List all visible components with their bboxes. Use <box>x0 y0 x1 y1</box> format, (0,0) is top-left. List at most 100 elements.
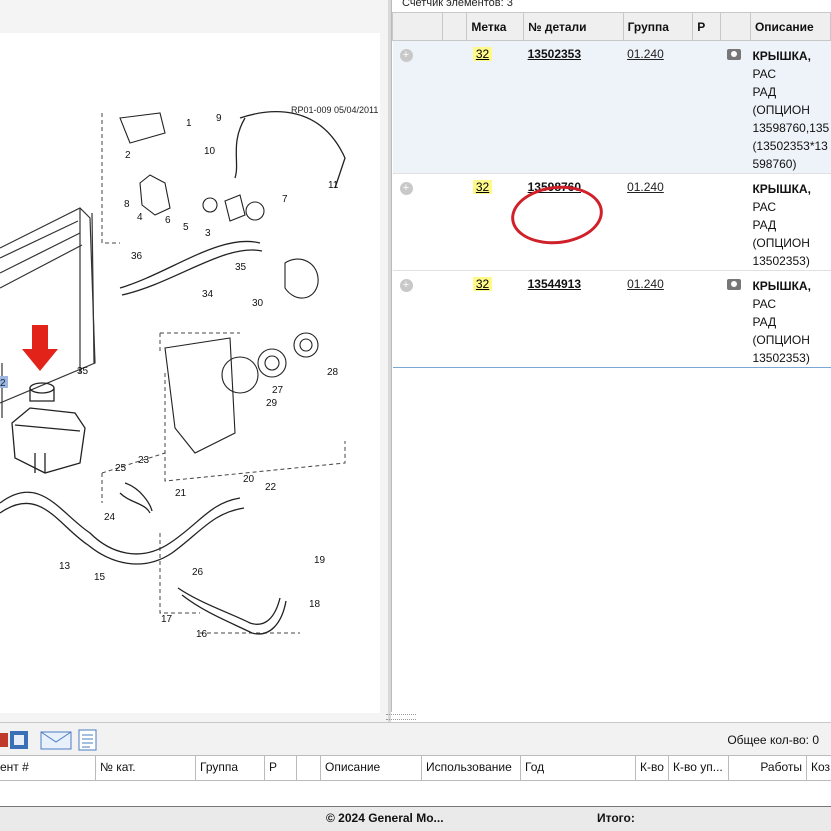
description-cell: КРЫШКА, РАС РАД (ОПЦИОН 13502353) <box>750 270 831 368</box>
red-arrow-icon <box>22 325 58 371</box>
callout: 29 <box>266 398 278 409</box>
part-number-link[interactable]: 13544913 <box>528 277 581 291</box>
expand-plus-icon[interactable]: + <box>399 279 413 292</box>
email-icon[interactable] <box>40 729 72 751</box>
callout: 20 <box>243 474 255 485</box>
diagram-ref: RP01-009 05/04/2011 <box>291 105 378 115</box>
col-blank <box>441 12 468 41</box>
group-link[interactable]: 01.240 <box>627 277 664 291</box>
cart-col[interactable]: Описание <box>321 756 422 780</box>
cart-col[interactable]: Коз <box>807 756 831 780</box>
camera-icon[interactable] <box>726 49 741 60</box>
table-row[interactable]: + 32 13598760 01.240 КРЫШКА, РАС РАД (ОП… <box>392 173 831 271</box>
expand-plus-icon[interactable]: + <box>399 49 413 62</box>
callout: 9 <box>216 113 222 124</box>
parts-list-panel: Счетчик элементов: 3 Метка № детали Груп… <box>391 0 831 712</box>
p-cell <box>692 40 721 174</box>
group-link[interactable]: 01.240 <box>627 180 664 194</box>
desc-line: РАД (ОПЦИОН <box>752 85 810 117</box>
table-row-selected[interactable]: + 32 13544913 01.240 КРЫШКА, РАС РАД (ОП… <box>392 270 831 368</box>
col-header-part-no[interactable]: № детали <box>523 12 624 41</box>
cart-table-header: ент # № кат. Группа P Описание Использов… <box>0 755 831 781</box>
cart-col[interactable]: К-во уп... <box>669 756 729 780</box>
cart-toolbar: Общее кол-во: 0 <box>0 722 831 755</box>
callout: 4 <box>137 212 143 223</box>
callout: 15 <box>94 572 106 583</box>
callout: 10 <box>204 146 216 157</box>
cart-col[interactable]: Работы <box>729 756 807 780</box>
callout: 34 <box>202 289 214 300</box>
callout: 11 <box>328 180 339 191</box>
cart-col[interactable]: Год <box>521 756 636 780</box>
cart-col[interactable]: № кат. <box>96 756 196 780</box>
col-header-group[interactable]: Группа <box>622 12 694 41</box>
callout: 7 <box>282 194 288 205</box>
total-quantity: Общее кол-во: 0 <box>727 733 819 747</box>
callout: 5 <box>183 222 189 233</box>
callout: 35 <box>77 366 89 377</box>
parts-table: Метка № детали Группа P Описание + 32 13… <box>392 12 831 368</box>
callout: 28 <box>327 367 339 378</box>
desc-rest: РАС <box>752 297 777 311</box>
description-cell: КРЫШКА, РАС РАД (ОПЦИОН 13598760,135 (13… <box>750 40 831 174</box>
callout: 6 <box>165 215 171 226</box>
cart-col[interactable]: Группа <box>196 756 265 780</box>
part-number-link[interactable]: 13502353 <box>528 47 581 61</box>
tag-link[interactable]: 32 <box>472 180 493 194</box>
exploded-diagram[interactable]: RP01-009 05/04/2011 2 1 2 3 4 5 6 7 8 9 … <box>0 33 380 713</box>
print-icon[interactable] <box>0 729 32 751</box>
footer: © 2024 General Mo... Итого: <box>0 806 831 831</box>
desc-rest: РАС <box>752 67 777 81</box>
callout: 8 <box>124 199 130 210</box>
desc-rest: РАС <box>752 200 777 214</box>
callout: 25 <box>115 463 127 474</box>
desc-line: 598760) <box>752 157 797 171</box>
copyright: © 2024 General Mo... <box>326 811 444 825</box>
diagram-svg[interactable]: RP01-009 05/04/2011 2 1 2 3 4 5 6 7 8 9 … <box>0 33 380 713</box>
document-icon[interactable] <box>78 729 98 751</box>
cart-col[interactable]: Использование <box>422 756 521 780</box>
desc-line: 13502353) <box>752 254 810 268</box>
col-header-p[interactable]: P <box>692 12 722 41</box>
desc-line: РАД (ОПЦИОН <box>752 315 810 347</box>
callout: 18 <box>309 599 321 610</box>
callout: 22 <box>265 482 277 493</box>
callout: 30 <box>252 298 264 309</box>
callout: 3 <box>205 228 211 239</box>
cart-col[interactable]: P <box>265 756 297 780</box>
desc-line: РАД (ОПЦИОН <box>752 218 810 250</box>
camera-icon[interactable] <box>726 279 741 290</box>
callout: 35 <box>235 262 247 273</box>
group-link[interactable]: 01.240 <box>627 47 664 61</box>
tag-link[interactable]: 32 <box>472 47 493 61</box>
radiator-drawing <box>0 207 96 418</box>
desc-line: (13502353*13 <box>752 139 828 153</box>
callout: 1 <box>186 118 192 129</box>
desc-bold: КРЫШКА, <box>752 49 811 63</box>
callout: 13 <box>59 561 71 572</box>
callout: 26 <box>192 567 204 578</box>
coolant-reservoir <box>11 382 86 474</box>
cart-col[interactable]: ент # <box>0 756 96 780</box>
callout: 36 <box>131 251 143 262</box>
col-header-tag[interactable]: Метка <box>466 12 525 41</box>
desc-bold: КРЫШКА, <box>752 279 811 293</box>
resize-grip[interactable] <box>386 714 416 720</box>
p-cell <box>692 173 721 271</box>
cart-col-blank <box>297 756 321 780</box>
col-photo <box>720 12 751 41</box>
col-header-description[interactable]: Описание <box>749 12 831 41</box>
tag-link[interactable]: 32 <box>472 277 493 291</box>
callout: 17 <box>161 614 173 625</box>
callout: 27 <box>272 385 284 396</box>
diagram-viewer: RP01-009 05/04/2011 2 1 2 3 4 5 6 7 8 9 … <box>0 0 388 722</box>
diagram-selected-callout: 2 <box>0 378 6 389</box>
cart-col[interactable]: К-во <box>636 756 669 780</box>
callout: 19 <box>314 555 326 566</box>
desc-line: 13598760,135 <box>752 121 830 135</box>
expand-plus-icon[interactable]: + <box>399 182 413 195</box>
callout: 21 <box>175 488 187 499</box>
table-row[interactable]: + 32 13502353 01.240 КРЫШКА, РАС РАД (ОП… <box>392 40 831 174</box>
callout: 2 <box>125 150 131 161</box>
callout-labels: 1 2 3 4 5 6 7 8 9 10 11 13 15 16 17 18 1… <box>59 113 339 640</box>
